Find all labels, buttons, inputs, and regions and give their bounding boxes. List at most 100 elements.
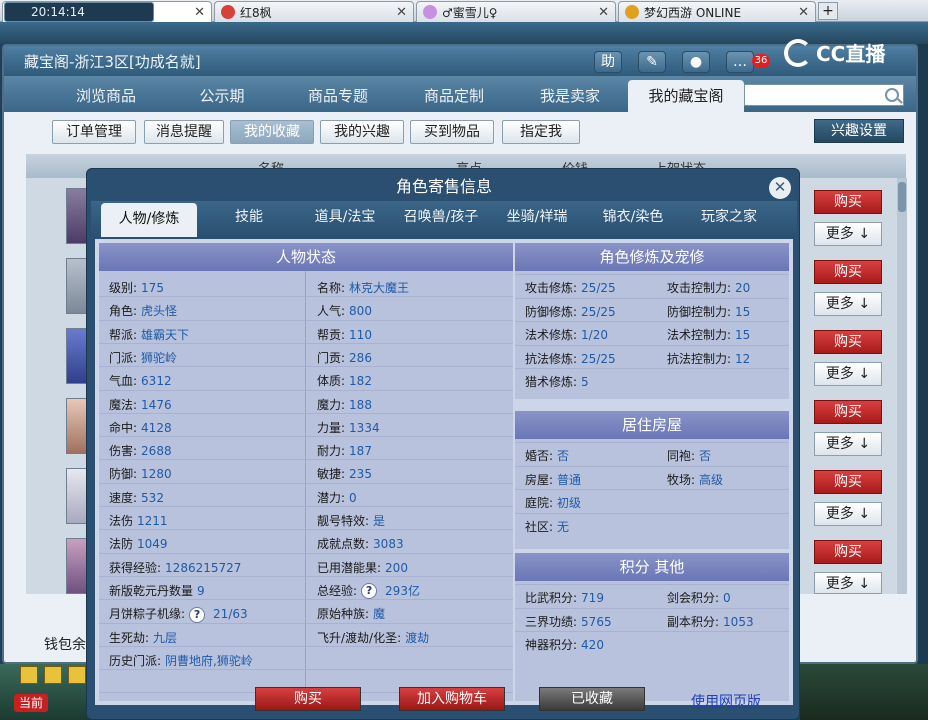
tab-outfits[interactable]: 锦衣/染色 (585, 201, 681, 235)
web-version-link[interactable]: 使用网页版 (691, 691, 761, 711)
search-input[interactable] (744, 84, 904, 106)
help-question-icon[interactable]: ? (361, 583, 378, 600)
current-channel-badge[interactable]: 当前 (14, 694, 48, 712)
row-divider (99, 482, 513, 484)
row-more-button[interactable]: 更多 ↓ (814, 222, 882, 246)
tab-player-home[interactable]: 玩家之家 (681, 201, 777, 235)
stat-cell: 抗法控制力: 12 (667, 350, 750, 367)
close-icon[interactable]: ✕ (798, 5, 809, 20)
tab-label: ♂蜜雪儿♀ (442, 5, 498, 20)
stat-value: 4128 (141, 420, 172, 435)
row-more-button[interactable]: 更多 ↓ (814, 502, 882, 526)
more-label: 更多 (825, 226, 854, 242)
row-more-button[interactable]: 更多 ↓ (814, 362, 882, 386)
game-bottom-right (800, 664, 928, 720)
assigned-to-me-button[interactable]: 指定我 (502, 120, 580, 144)
row-buy-button[interactable]: 购买 (814, 260, 882, 284)
bought-items-button[interactable]: 买到物品 (410, 120, 494, 144)
row-buy-button[interactable]: 购买 (814, 540, 882, 564)
tab-character[interactable]: 人物/修炼 (101, 203, 197, 237)
row-divider (99, 529, 513, 531)
row-divider (99, 366, 513, 368)
close-icon[interactable]: ✕ (194, 5, 205, 20)
my-interests-button[interactable]: 我的兴趣 (320, 120, 404, 144)
stat-value: 12 (735, 351, 751, 366)
help-question-icon[interactable]: ? (189, 606, 206, 623)
arrow-down-icon[interactable] (68, 666, 86, 684)
stat-key: 级别: (109, 281, 138, 295)
stat-key: 抗法控制力: (667, 351, 732, 366)
stat-key: 剑会积分: (667, 591, 720, 605)
panel-heading: 人物状态 (99, 243, 513, 271)
nav-tab-publicity[interactable]: 公示期 (164, 80, 280, 112)
panel-heading: 积分 其他 (515, 553, 789, 581)
row-divider (515, 297, 789, 299)
chat-icon[interactable]: … (726, 51, 754, 73)
tab-summons[interactable]: 召唤兽/孩子 (393, 201, 489, 235)
nav-tab-custom[interactable]: 商品定制 (396, 80, 512, 112)
message-reminder-button[interactable]: 消息提醒 (144, 120, 224, 144)
browser-tab-1[interactable]: 红8枫 ✕ (214, 1, 414, 22)
share-icon[interactable]: ✎ (638, 51, 666, 73)
stat-value: 无 (557, 519, 570, 534)
search-icon[interactable] (885, 88, 899, 102)
close-icon[interactable]: ✕ (598, 5, 609, 20)
row-more-button[interactable]: 更多 ↓ (814, 572, 882, 594)
my-favorites-button[interactable]: 我的收藏 (230, 120, 314, 144)
stat-value: 1334 (349, 420, 380, 435)
tab-items[interactable]: 道具/法宝 (297, 201, 393, 235)
stat-key: 靓号特效: (317, 514, 370, 528)
stat-key: 法术修炼: (525, 328, 578, 342)
record-icon[interactable]: ● (682, 51, 710, 73)
row-buy-button[interactable]: 购买 (814, 470, 882, 494)
character-status-panel: 人物状态 级别: 175 角色: 虎头怪 帮派: 雄霸天下 门派: 狮驼岭 气血: 6312 魔法:… (99, 243, 513, 701)
dialog-body: 人物状态 级别: 175 角色: 虎头怪 帮派: 雄霸天下 门派: 狮驼岭 气血: 6312 魔法:… (95, 239, 793, 705)
nav-tab-my-pavilion[interactable]: 我的藏宝阁 (628, 80, 744, 112)
add-to-cart-button[interactable]: 加入购物车 (399, 687, 505, 711)
role-sale-info-dialog: 角色寄售信息 ✕ 人物/修炼 技能 道具/法宝 召唤兽/孩子 坐骑/祥瑞 锦衣/… (86, 168, 800, 720)
tab-favicon-icon (423, 5, 437, 19)
close-icon[interactable]: ✕ (396, 5, 407, 20)
order-management-button[interactable]: 订单管理 (52, 120, 136, 144)
stat-cell: 房屋: 普通 (525, 471, 581, 488)
tab-label: 梦幻西游 ONLINE (644, 5, 742, 20)
row-buy-button[interactable]: 购买 (814, 330, 882, 354)
stat-value: 雄霸天下 (141, 327, 190, 342)
stat-key: 耐力: (317, 444, 346, 459)
nav-tab-topics[interactable]: 商品专题 (280, 80, 396, 112)
help-button[interactable]: 助 (594, 51, 622, 73)
arrow-down-icon: ↓ (858, 506, 871, 522)
row-divider (99, 412, 513, 414)
row-divider (515, 321, 789, 322)
close-icon[interactable]: ✕ (769, 177, 791, 199)
interest-settings-button[interactable]: 兴趣设置 (814, 119, 904, 143)
arrow-left-icon[interactable] (20, 666, 38, 684)
list-scrollbar[interactable] (897, 178, 907, 594)
browser-tab-3[interactable]: 梦幻西游 ONLINE ✕ (618, 1, 816, 22)
row-more-button[interactable]: 更多 ↓ (814, 292, 882, 316)
stat-cell: 已用潜能果: 200 (317, 559, 408, 576)
stat-value: 800 (349, 304, 372, 319)
row-more-button[interactable]: 更多 ↓ (814, 432, 882, 456)
stat-cell: 防御: 1280 (109, 465, 172, 482)
buy-button[interactable]: 购买 (255, 687, 361, 711)
nav-tab-seller[interactable]: 我是卖家 (512, 80, 628, 112)
stat-value: 1049 (137, 537, 168, 552)
stat-value: 110 (349, 327, 372, 342)
stat-value: 否 (557, 449, 570, 463)
stat-value: 1280 (141, 467, 172, 482)
arrow-up-icon[interactable] (44, 666, 62, 684)
favorited-button[interactable]: 已收藏 (539, 687, 645, 711)
tab-skills[interactable]: 技能 (201, 201, 297, 235)
nav-tab-browse[interactable]: 浏览商品 (48, 80, 164, 112)
stat-value: 9 (197, 583, 205, 598)
more-label: 更多 (825, 436, 854, 452)
new-tab-button[interactable]: + (818, 2, 838, 20)
list-scroll-thumb[interactable] (898, 182, 906, 212)
tab-mounts[interactable]: 坐骑/祥瑞 (489, 201, 585, 235)
row-divider (99, 575, 513, 577)
row-divider (99, 645, 513, 647)
browser-tab-2[interactable]: ♂蜜雪儿♀ ✕ (416, 1, 616, 22)
row-buy-button[interactable]: 购买 (814, 190, 882, 214)
row-buy-button[interactable]: 购买 (814, 400, 882, 424)
